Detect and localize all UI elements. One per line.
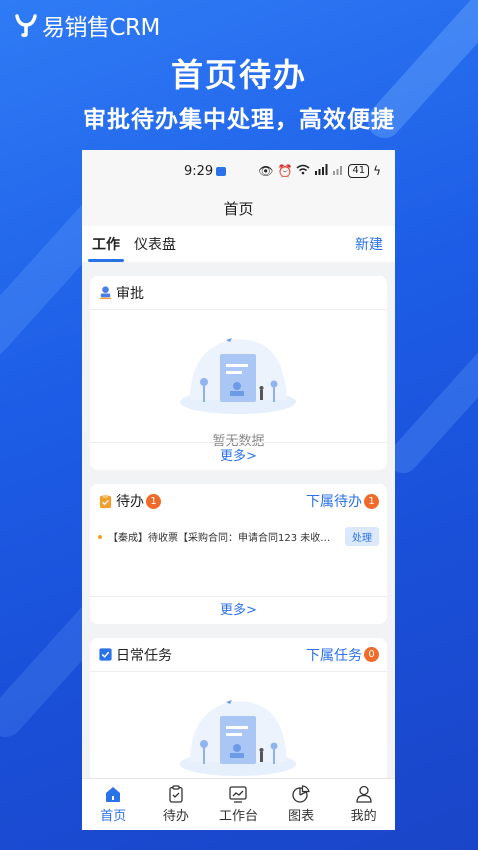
brand-logo: 易销售CRM	[14, 8, 160, 42]
tab-indicator	[88, 259, 124, 262]
alarm-icon: ⏰	[277, 164, 293, 178]
phone-screen: 9:29 👁 ⏰ 41 ϟ 首页 工作 仪表盘 新建 审批 暂无数据 更多> 待…	[82, 150, 395, 830]
chart-line-icon	[229, 786, 248, 803]
approval-more-link[interactable]: 更多>	[90, 442, 387, 470]
page-title: 首页	[82, 192, 395, 226]
tab-work[interactable]: 工作	[92, 234, 120, 254]
user-icon	[356, 785, 372, 803]
empty-illustration	[90, 310, 387, 430]
approval-title: 审批	[116, 285, 144, 302]
eye-icon: 👁	[258, 164, 274, 178]
logo-icon	[15, 14, 37, 37]
todo-card: 待办 1 下属待办 1 【秦成】待收票【采购合同：申请合同123 未收票】 处理…	[90, 484, 387, 624]
notification-icon	[216, 166, 227, 176]
bottom-nav-workbench[interactable]: 工作台	[207, 779, 270, 830]
clipboard-icon	[99, 494, 112, 508]
bottom-nav-home-label: 首页	[100, 809, 127, 824]
approval-stamp-icon	[99, 286, 112, 300]
subordinate-task-link[interactable]: 下属任务 0	[306, 645, 379, 665]
todo-more-link[interactable]: 更多>	[90, 596, 387, 624]
bottom-nav-charts[interactable]: 图表	[270, 779, 333, 830]
new-button[interactable]: 新建	[355, 234, 383, 254]
todo-title: 待办	[116, 494, 144, 510]
tab-dashboard[interactable]: 仪表盘	[134, 234, 176, 254]
hero-title: 首页待办	[170, 56, 307, 94]
approval-header: 审批	[90, 276, 387, 310]
charging-icon: ϟ	[373, 164, 382, 178]
clipboard-icon	[169, 785, 183, 803]
home-icon	[106, 787, 121, 802]
background-streak	[381, 310, 478, 480]
bottom-navigation: 首页 待办 工作台 图表 我的	[82, 778, 395, 830]
subordinate-todo-link[interactable]: 下属待办 1	[306, 491, 379, 511]
todo-header: 待办 1 下属待办 1	[90, 484, 387, 518]
daily-empty-illustration	[90, 672, 387, 792]
bottom-nav-workbench-label: 工作台	[218, 809, 258, 824]
empty-document-icon	[180, 700, 296, 776]
todo-item-text: 【秦成】待收票【采购合同：申请合同123 未收票】	[108, 533, 339, 544]
status-bar: 9:29 👁 ⏰ 41 ϟ	[82, 150, 395, 192]
approval-card: 审批 暂无数据 更多>	[90, 276, 387, 470]
tab-bar: 工作 仪表盘 新建	[82, 226, 395, 262]
bottom-nav-todo-label: 待办	[162, 809, 189, 824]
bottom-nav-todo[interactable]: 待办	[145, 779, 208, 830]
subordinate-todo-badge: 1	[364, 493, 379, 509]
subordinate-task-badge: 0	[364, 647, 379, 662]
process-button[interactable]: 处理	[345, 527, 379, 546]
wifi-icon	[296, 164, 310, 178]
subordinate-task-label: 下属任务	[306, 647, 362, 664]
subordinate-todo-label: 下属待办	[306, 494, 362, 510]
brand-name: 易销售CRM	[42, 15, 160, 41]
bullet-dot	[98, 534, 102, 539]
bottom-nav-home[interactable]: 首页	[82, 779, 145, 830]
battery-icon: 41	[348, 164, 370, 178]
empty-document-icon	[180, 338, 296, 414]
bottom-nav-mine[interactable]: 我的	[332, 779, 395, 830]
bottom-nav-mine-label: 我的	[350, 809, 377, 824]
hero-subtitle: 审批待办集中处理，高效便捷	[83, 107, 395, 133]
bottom-nav-charts-label: 图表	[288, 809, 315, 824]
checkbox-icon	[99, 648, 112, 661]
todo-count-badge: 1	[146, 493, 161, 509]
signal-icon-secondary	[332, 164, 344, 178]
status-time: 9:29	[184, 163, 214, 179]
pie-chart-icon	[292, 785, 310, 803]
daily-task-card: 日常任务 下属任务 0	[90, 638, 387, 798]
todo-item[interactable]: 【秦成】待收票【采购合同：申请合同123 未收票】 处理	[90, 518, 387, 546]
daily-task-header: 日常任务 下属任务 0	[90, 638, 387, 672]
daily-task-title: 日常任务	[116, 647, 172, 664]
signal-icon	[314, 164, 328, 178]
